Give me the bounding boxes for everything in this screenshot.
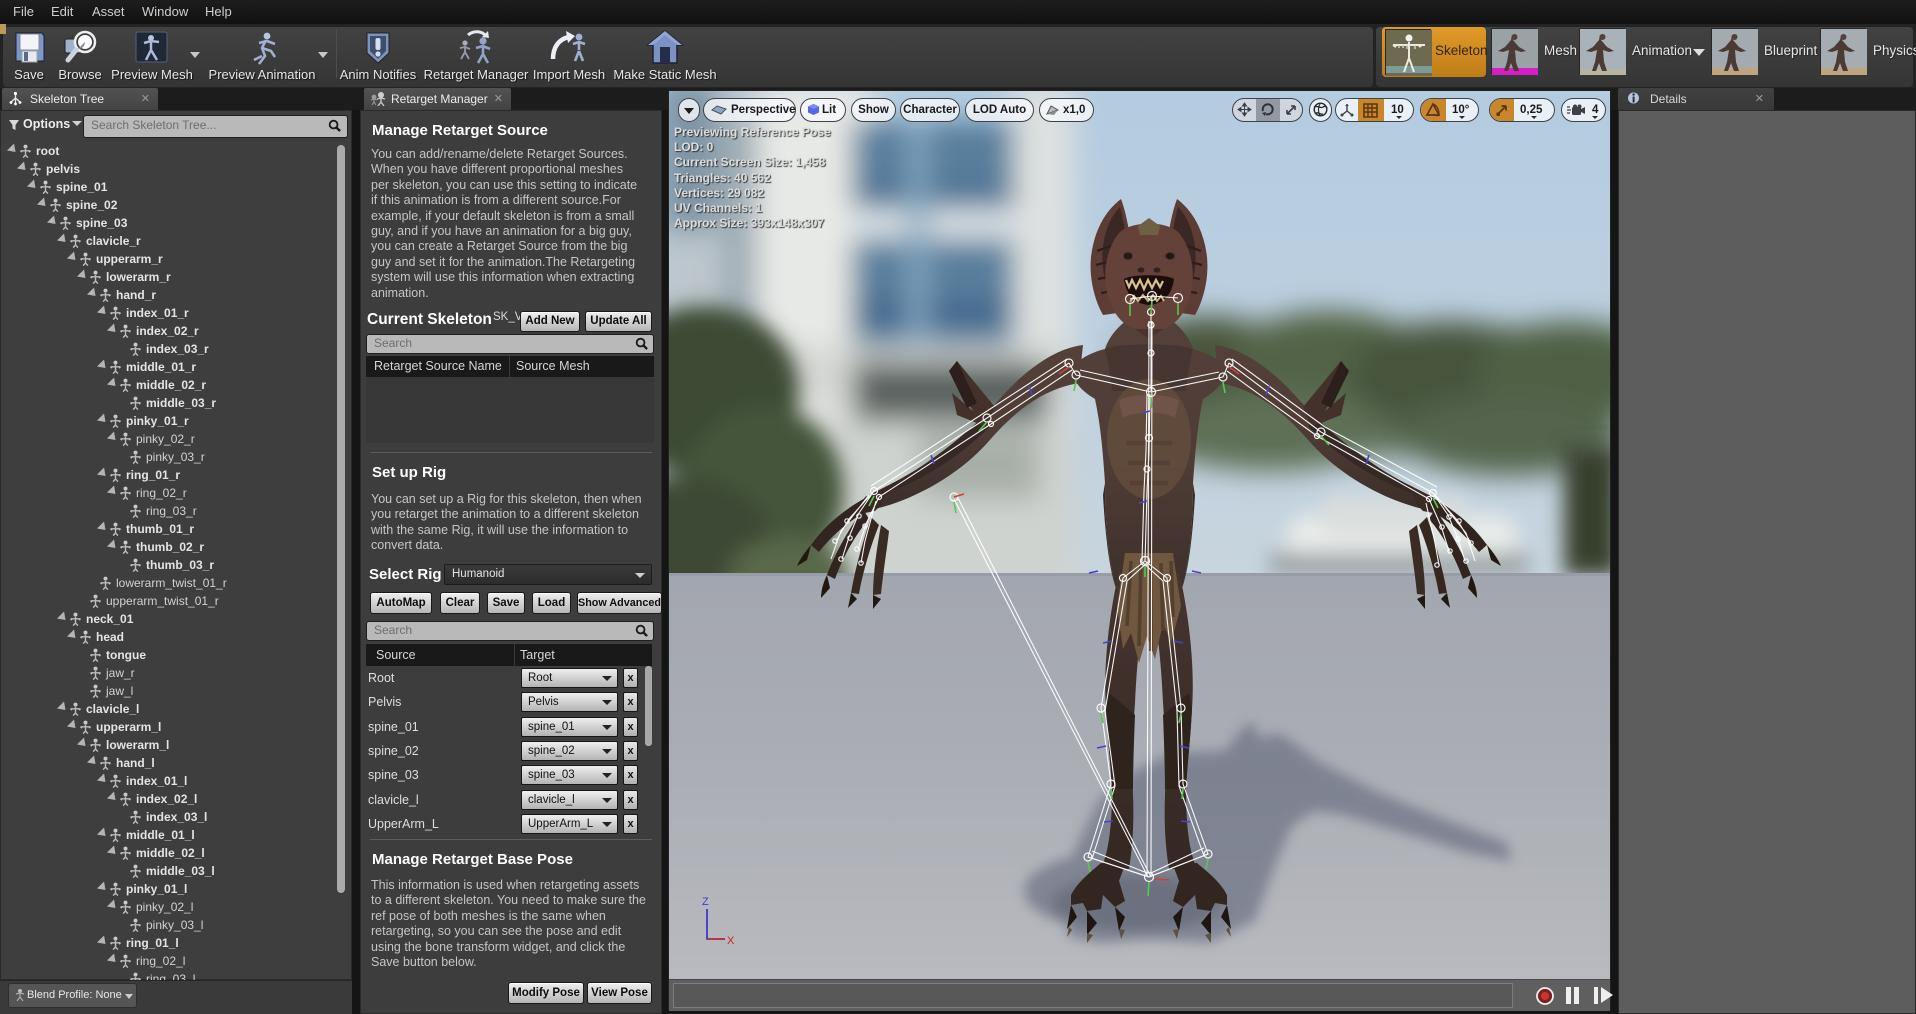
svg-text:Z: Z	[702, 896, 709, 908]
svg-text:X: X	[727, 935, 735, 947]
